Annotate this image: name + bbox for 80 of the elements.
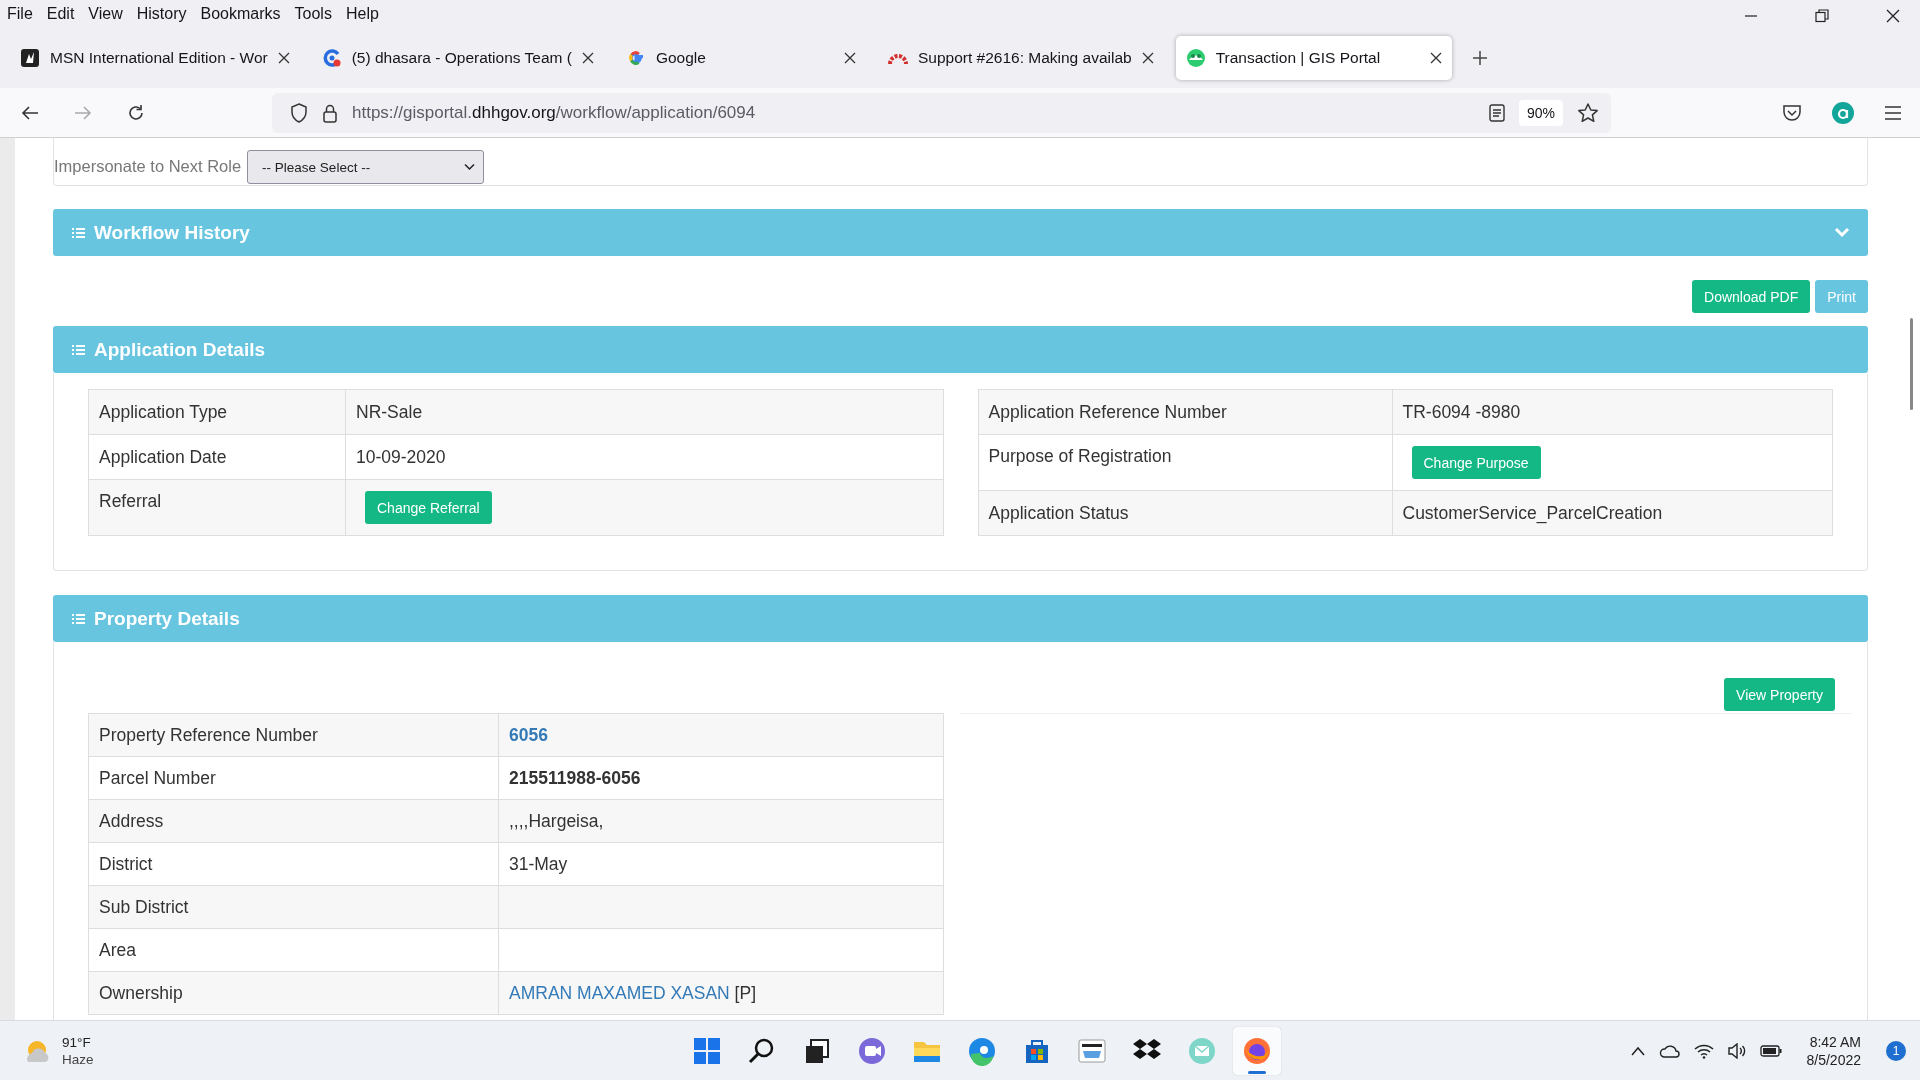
browser-tab[interactable]: (5) dhasara - Operations Team ( xyxy=(311,36,604,80)
menu-icon[interactable] xyxy=(1884,104,1902,121)
account-avatar-icon[interactable] xyxy=(1832,101,1854,124)
table-cell: Ownership xyxy=(88,971,499,1015)
menu-item[interactable]: Bookmarks xyxy=(193,5,288,23)
browser-tab[interactable]: MSN International Edition - Wor xyxy=(10,36,300,80)
table-cell: District xyxy=(88,842,499,886)
menu-item[interactable]: Tools xyxy=(287,5,339,23)
site-icon xyxy=(321,48,342,68)
firefox-icon xyxy=(1242,1035,1272,1066)
table-cell: CustomerService_ParcelCreation xyxy=(1392,490,1833,536)
table-cell: Referral xyxy=(88,479,346,536)
shield-icon[interactable] xyxy=(290,102,308,123)
table-cell: Property Reference Number xyxy=(88,713,499,757)
menu-item[interactable]: Help xyxy=(338,5,386,23)
table-cell: 215511988-6056 xyxy=(498,756,944,800)
lock-icon[interactable] xyxy=(322,102,338,123)
table-cell: Area xyxy=(88,928,499,972)
notification-badge[interactable]: 1 xyxy=(1886,1040,1906,1061)
pocket-icon[interactable] xyxy=(1782,103,1802,122)
clock-time[interactable]: 8:42 AM xyxy=(1809,1032,1861,1051)
weather-temperature[interactable]: 91°F xyxy=(62,1033,94,1051)
restore-icon[interactable] xyxy=(1815,9,1829,23)
close-icon[interactable] xyxy=(1886,9,1900,23)
browser-tab[interactable]: Google xyxy=(615,36,866,80)
chat-icon xyxy=(857,1035,887,1066)
table-cell: Address xyxy=(88,799,499,843)
table-cell: 10-09-2020 xyxy=(345,434,943,480)
field-label: Impersonate to Next Role xyxy=(54,157,242,176)
chevron-up-icon[interactable] xyxy=(1629,1045,1646,1056)
close-icon[interactable] xyxy=(581,52,594,64)
new-tab-icon[interactable] xyxy=(1471,50,1488,66)
close-icon[interactable] xyxy=(843,52,856,64)
cloud-icon[interactable] xyxy=(1658,1043,1681,1058)
panel-header: Application Details xyxy=(53,326,1868,373)
menu-item[interactable]: File xyxy=(0,5,40,23)
property-link[interactable]: 6056 xyxy=(509,724,548,745)
list-icon xyxy=(71,612,85,625)
weather-condition[interactable]: Haze xyxy=(62,1050,94,1068)
table-cell: TR-6094 -8980 xyxy=(1392,389,1833,435)
list-icon xyxy=(71,226,85,239)
owner-type: [P] xyxy=(734,982,756,1003)
start-icon xyxy=(692,1035,722,1066)
browser-tab[interactable]: Support #2616: Making availab xyxy=(877,36,1164,80)
table-cell: Purpose of Registration xyxy=(978,434,1392,491)
clock-date[interactable]: 8/5/2022 xyxy=(1806,1050,1861,1069)
reload-icon[interactable] xyxy=(126,102,146,123)
close-icon[interactable] xyxy=(1429,52,1442,64)
wifi-icon[interactable] xyxy=(1693,1042,1714,1059)
role-select[interactable]: -- Please Select -- xyxy=(247,150,485,184)
site-icon xyxy=(20,48,40,68)
site-icon xyxy=(1185,48,1206,68)
battery-icon[interactable] xyxy=(1759,1044,1782,1057)
table-cell: ,,,,Hargeisa, xyxy=(498,799,944,843)
reader-view-icon[interactable] xyxy=(1488,103,1505,122)
browser-icon xyxy=(967,1035,997,1066)
mail-icon xyxy=(1187,1035,1217,1066)
close-icon[interactable] xyxy=(1141,52,1154,64)
chevron-down-icon xyxy=(464,163,476,171)
bookmark-star-icon[interactable] xyxy=(1577,101,1599,124)
list-icon xyxy=(71,343,85,356)
zoom-level[interactable]: 90% xyxy=(1518,99,1563,126)
table-cell: Application Type xyxy=(88,389,346,435)
table-cell: Parcel Number xyxy=(88,756,499,800)
table-cell: Application Date xyxy=(88,434,346,480)
panel-header: Property Details xyxy=(53,595,1868,642)
menu-item[interactable]: History xyxy=(129,5,194,23)
close-icon[interactable] xyxy=(277,52,290,64)
volume-icon[interactable] xyxy=(1726,1042,1747,1059)
table-cell: Application Status xyxy=(978,490,1392,536)
menu-item[interactable]: View xyxy=(81,5,130,23)
table-cell: NR-Sale xyxy=(345,389,943,435)
owner-link[interactable]: AMRAN MAXAMED XASAN xyxy=(509,982,730,1003)
menu-item[interactable]: Edit xyxy=(39,5,82,23)
url-field[interactable]: https://gisportal.dhhgov.org/workflow/application/6094 xyxy=(352,102,1475,123)
table-cell: Application Reference Number xyxy=(978,389,1392,435)
scrollbar-thumb[interactable] xyxy=(1910,318,1913,410)
table-cell: Sub District xyxy=(88,885,499,929)
browser-tab[interactable]: Transaction | GIS Portal xyxy=(1175,36,1452,80)
table-cell: 31-May xyxy=(498,842,944,886)
